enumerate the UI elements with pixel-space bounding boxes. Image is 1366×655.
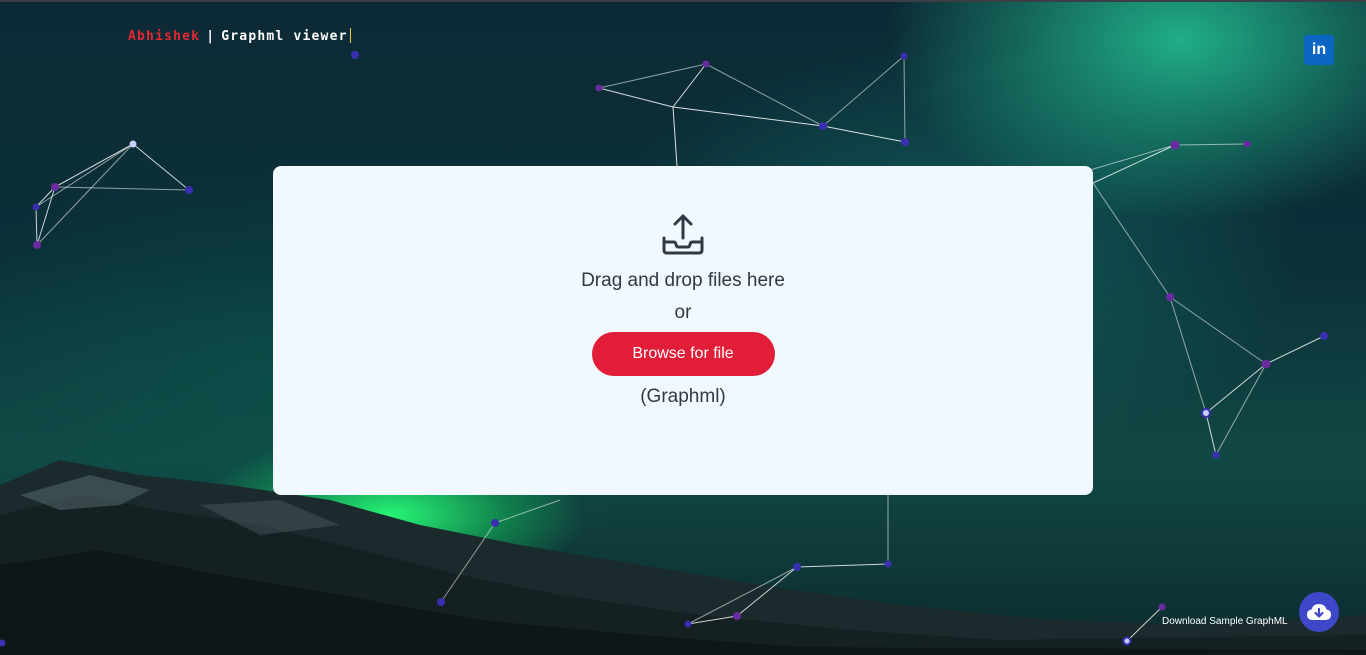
browse-file-button[interactable]: Browse for file xyxy=(591,332,775,376)
brand-name: Abhishek xyxy=(128,29,201,44)
drag-drop-label: Drag and drop files here xyxy=(581,270,785,291)
file-type-hint: (Graphml) xyxy=(640,386,726,407)
or-label: or xyxy=(674,302,692,323)
app-title: Graphml viewer xyxy=(221,29,348,44)
linkedin-icon[interactable]: in xyxy=(1304,35,1334,65)
typing-cursor xyxy=(349,28,351,43)
download-sample-button[interactable] xyxy=(1299,592,1339,632)
site-brand: Abhishek | Graphml viewer xyxy=(128,28,351,44)
upload-tray-icon xyxy=(662,214,704,255)
brand-separator: | xyxy=(206,29,216,44)
file-drop-zone[interactable]: Drag and drop files here or Browse for f… xyxy=(273,166,1093,495)
cloud-download-icon xyxy=(1307,604,1331,620)
download-sample-label[interactable]: Download Sample GraphML xyxy=(1162,616,1288,627)
